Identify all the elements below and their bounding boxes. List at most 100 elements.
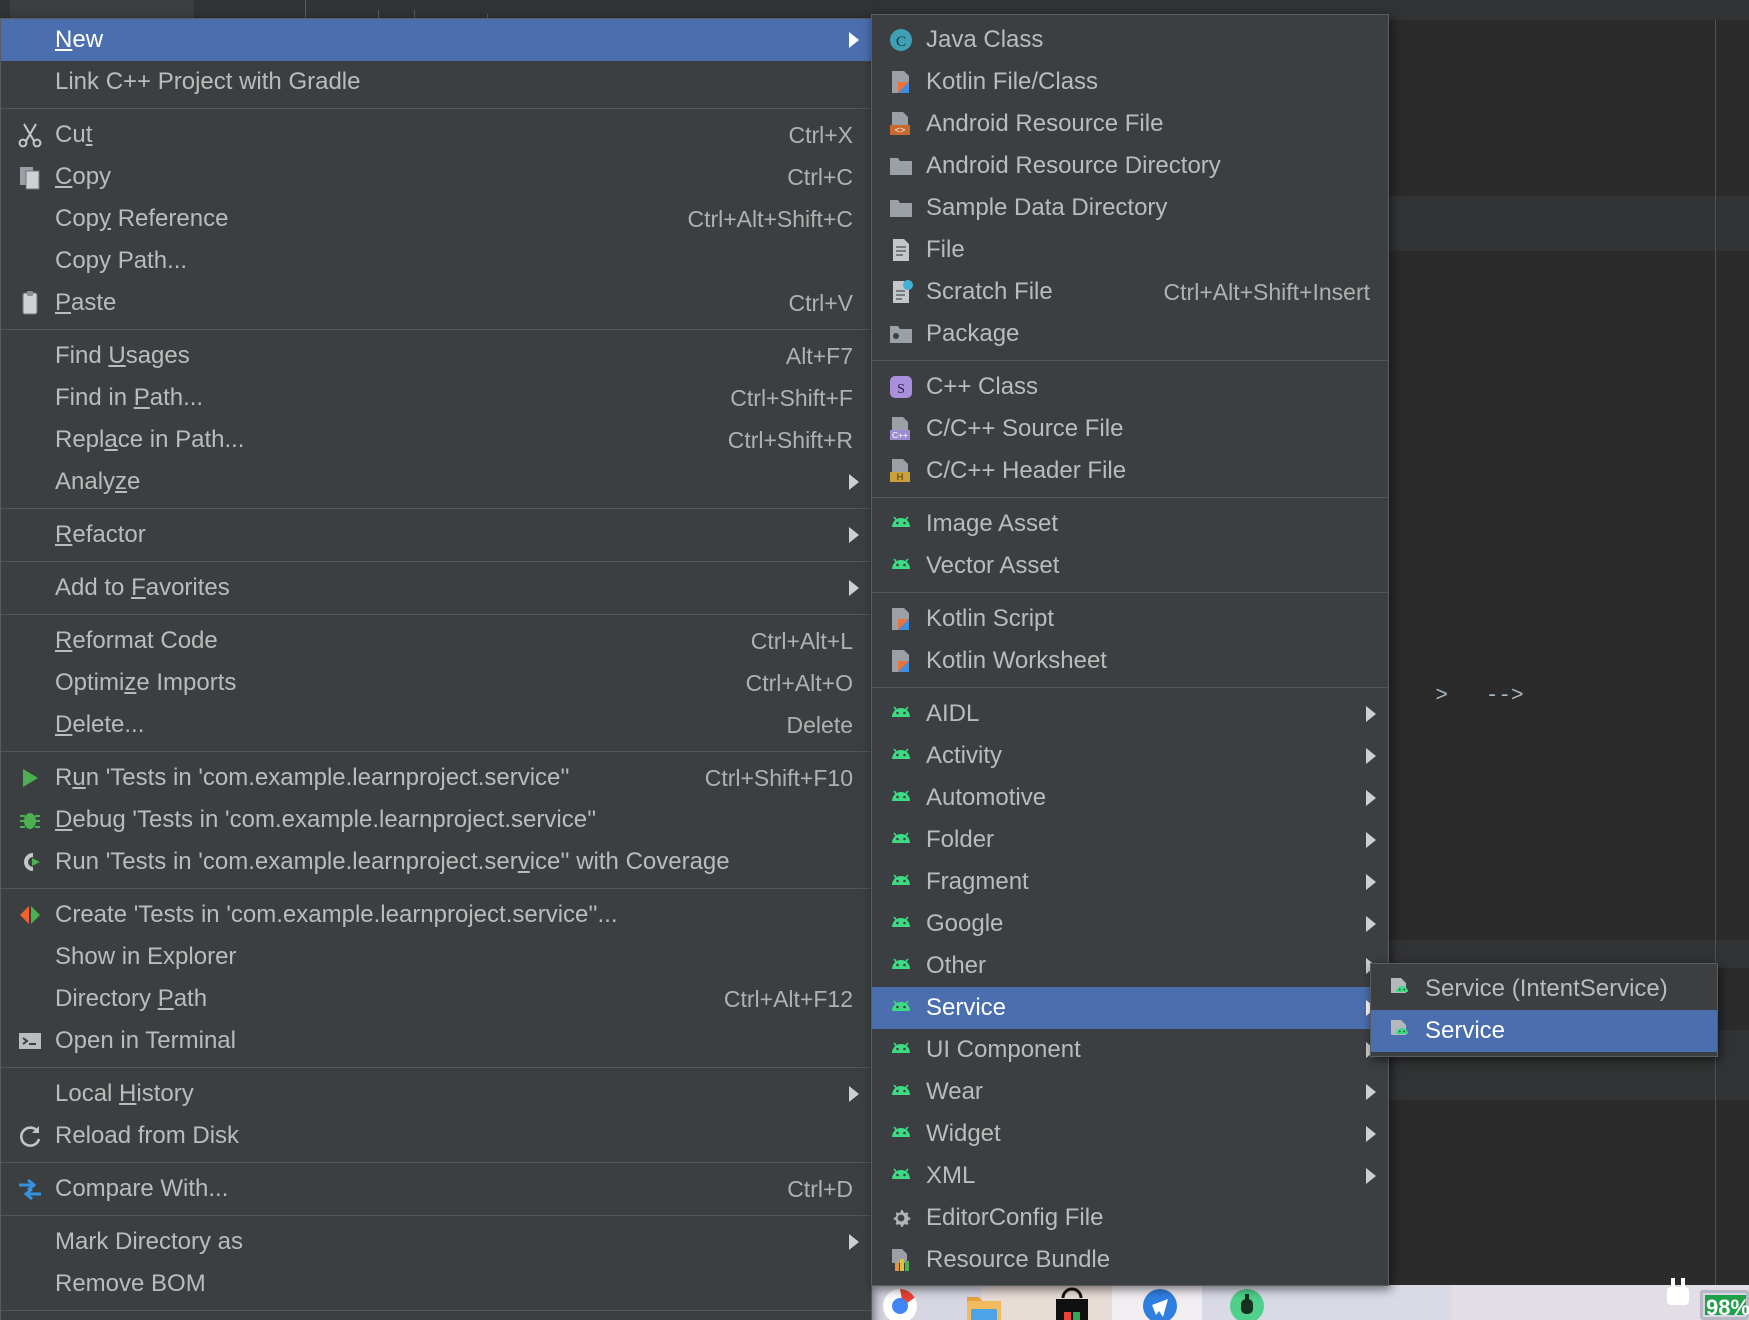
menu-item-resource-bundle[interactable]: Resource Bundle <box>872 1239 1388 1281</box>
no-icon <box>11 985 49 1013</box>
android-icon <box>882 510 920 538</box>
file-icon <box>882 236 920 264</box>
menu-item-mark-directory-as[interactable]: Mark Directory as <box>1 1221 871 1263</box>
new-submenu[interactable]: C Java Class Kotlin File/Class <> Android Re… <box>871 14 1389 1286</box>
menu-item-label: Replace in Path... <box>55 426 245 453</box>
menu-item-label: New <box>55 26 104 53</box>
menu-item-link-c-project-with-gradle[interactable]: Link C++ Project with Gradle <box>1 61 871 103</box>
menu-item-run-tests-in-com-example-learnproject-service-with-coverage[interactable]: Run 'Tests in 'com.example.learnproject.… <box>1 841 871 883</box>
battery-percentage: 98% <box>1706 1295 1749 1320</box>
menu-item-xml[interactable]: XML <box>872 1155 1388 1197</box>
menu-item-local-history[interactable]: Local History <box>1 1073 871 1115</box>
menu-item-wear[interactable]: Wear <box>872 1071 1388 1113</box>
menu-item-scratch-file[interactable]: Scratch File Ctrl+Alt+Shift+Insert <box>872 271 1388 313</box>
menu-item-google[interactable]: Google <box>872 903 1388 945</box>
menu-item-cut[interactable]: Cut Ctrl+X <box>1 114 871 156</box>
menu-item-reload-from-disk[interactable]: Reload from Disk <box>1 1115 871 1157</box>
menu-item-label: Service (IntentService) <box>1425 975 1668 1002</box>
menu-item-find-in-path[interactable]: Find in Path... Ctrl+Shift+F <box>1 377 871 419</box>
menu-item-label: Open in Terminal <box>55 1027 236 1054</box>
menu-item-reformat-code[interactable]: Reformat Code Ctrl+Alt+L <box>1 620 871 662</box>
menu-item-label: Refactor <box>55 521 146 548</box>
menu-item-paste[interactable]: Paste Ctrl+V <box>1 282 871 324</box>
menu-item-add-to-favorites[interactable]: Add to Favorites <box>1 567 871 609</box>
menu-item-c-class[interactable]: S C++ Class <box>872 366 1388 408</box>
menu-item-delete[interactable]: Delete... Delete <box>1 704 871 746</box>
menu-item-c-c-header-file[interactable]: H C/C++ Header File <box>872 450 1388 492</box>
menu-item-remove-bom[interactable]: Remove BOM <box>1 1263 871 1305</box>
menu-item-refactor[interactable]: Refactor <box>1 514 871 556</box>
android-emulator-icon[interactable] <box>1225 1280 1269 1320</box>
telegram-icon[interactable] <box>1138 1280 1182 1320</box>
chevron-right-icon <box>849 32 859 48</box>
menu-item-label: Sample Data Directory <box>926 194 1168 221</box>
menu-item-copy-path[interactable]: Copy Path... <box>1 240 871 282</box>
menu-item-label: Other <box>926 952 987 979</box>
menu-item-kotlin-script[interactable]: Kotlin Script <box>872 598 1388 640</box>
menu-separator <box>1 1215 871 1216</box>
menu-item-replace-in-path[interactable]: Replace in Path... Ctrl+Shift+R <box>1 419 871 461</box>
menu-item-automotive[interactable]: Automotive <box>872 777 1388 819</box>
menu-item-analyze[interactable]: Analyze <box>1 461 871 503</box>
menu-item-kotlin-file-class[interactable]: Kotlin File/Class <box>872 61 1388 103</box>
ide-editor-highlight-band <box>1385 196 1749 216</box>
screen: > --> 98% New Link C++ Project with Grad… <box>0 0 1749 1320</box>
menu-item-kotlin-worksheet[interactable]: Kotlin Worksheet <box>872 640 1388 682</box>
project-context-menu[interactable]: New Link C++ Project with Gradle Cut Ctrl+X… <box>0 18 872 1320</box>
menu-item-fragment[interactable]: Fragment <box>872 861 1388 903</box>
menu-item-label: EditorConfig File <box>926 1204 1104 1231</box>
menu-item-java-class[interactable]: C Java Class <box>872 19 1388 61</box>
menu-item-aidl[interactable]: AIDL <box>872 693 1388 735</box>
menu-item-find-usages[interactable]: Find Usages Alt+F7 <box>1 335 871 377</box>
no-icon <box>11 342 49 370</box>
menu-item-service-intentservice[interactable]: Service (IntentService) <box>1371 968 1717 1010</box>
menu-item-folder[interactable]: Folder <box>872 819 1388 861</box>
menu-item-android-resource-directory[interactable]: Android Resource Directory <box>872 145 1388 187</box>
menu-item-file[interactable]: File <box>872 229 1388 271</box>
menu-item-vector-asset[interactable]: Vector Asset <box>872 545 1388 587</box>
menu-item-show-in-explorer[interactable]: Show in Explorer <box>1 936 871 978</box>
android-icon <box>882 868 920 896</box>
chevron-right-icon <box>849 1086 859 1102</box>
menu-item-label: C/C++ Source File <box>926 415 1124 442</box>
play-store-icon[interactable] <box>1050 1280 1094 1320</box>
android-icon <box>882 910 920 938</box>
menu-item-shortcut: Ctrl+Alt+O <box>745 669 853 696</box>
chrome-icon[interactable] <box>878 1280 922 1320</box>
menu-item-run-tests-in-com-example-learnproject-service[interactable]: Run 'Tests in 'com.example.learnproject.… <box>1 757 871 799</box>
menu-item-ui-component[interactable]: UI Component <box>872 1029 1388 1071</box>
menu-item-label: Scratch File <box>926 278 1053 305</box>
menu-item-package[interactable]: Package <box>872 313 1388 355</box>
no-icon <box>11 468 49 496</box>
menu-item-widget[interactable]: Widget <box>872 1113 1388 1155</box>
no-icon <box>11 26 49 54</box>
chevron-right-icon <box>849 527 859 543</box>
menu-separator <box>1 888 871 889</box>
menu-item-optimize-imports[interactable]: Optimize Imports Ctrl+Alt+O <box>1 662 871 704</box>
menu-item-new[interactable]: New <box>1 19 871 61</box>
menu-item-android-resource-file[interactable]: <> Android Resource File <box>872 103 1388 145</box>
menu-item-editorconfig-file[interactable]: EditorConfig File <box>872 1197 1388 1239</box>
menu-item-other[interactable]: Other <box>872 945 1388 987</box>
kotlin-script-icon <box>882 647 920 675</box>
menu-item-create-tests-in-com-example-learnproject-service[interactable]: Create 'Tests in 'com.example.learnproje… <box>1 894 871 936</box>
menu-item-c-c-source-file[interactable]: C++ C/C++ Source File <box>872 408 1388 450</box>
menu-item-open-in-terminal[interactable]: Open in Terminal <box>1 1020 871 1062</box>
menu-item-debug-tests-in-com-example-learnproject-service[interactable]: Debug 'Tests in 'com.example.learnprojec… <box>1 799 871 841</box>
menu-item-image-asset[interactable]: Image Asset <box>872 503 1388 545</box>
android-icon <box>882 1036 920 1064</box>
menu-item-compare-with[interactable]: Compare With... Ctrl+D <box>1 1168 871 1210</box>
menu-item-copy-reference[interactable]: Copy Reference Ctrl+Alt+Shift+C <box>1 198 871 240</box>
ide-editor-highlight-band-2 <box>1385 216 1749 251</box>
menu-item-label: Compare With... <box>55 1175 229 1202</box>
menu-item-sample-data-directory[interactable]: Sample Data Directory <box>872 187 1388 229</box>
folder-icon[interactable] <box>962 1280 1006 1320</box>
menu-item-copy[interactable]: Copy Ctrl+C <box>1 156 871 198</box>
menu-item-convert-java-file-to-kotlin-file[interactable]: Convert Java File to Kotlin FileCtrl+Alt… <box>1 1316 871 1320</box>
no-icon <box>11 669 49 697</box>
menu-item-service[interactable]: Service <box>1371 1010 1717 1052</box>
menu-item-service[interactable]: Service <box>872 987 1388 1029</box>
service-submenu[interactable]: Service (IntentService) Service <box>1370 963 1718 1057</box>
menu-item-activity[interactable]: Activity <box>872 735 1388 777</box>
menu-item-directory-path[interactable]: Directory Path Ctrl+Alt+F12 <box>1 978 871 1020</box>
